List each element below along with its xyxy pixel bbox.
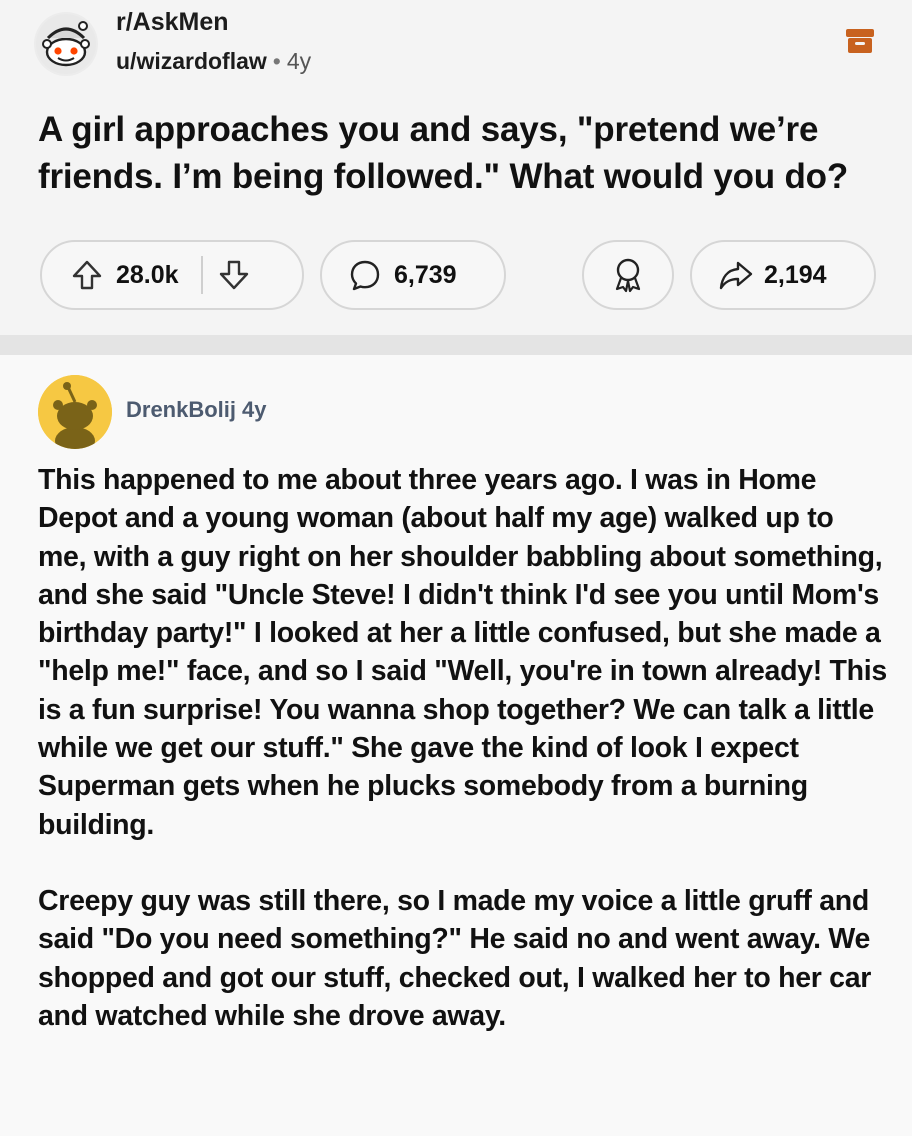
- archive-icon: [844, 27, 876, 55]
- share-button[interactable]: 2,194: [690, 240, 876, 310]
- post-title[interactable]: A girl approaches you and says, "pretend…: [38, 106, 878, 200]
- comment-card: DrenkBolij 4y This happened to me about t…: [0, 355, 912, 1136]
- snoo-avatar-icon[interactable]: [34, 12, 98, 76]
- post-author-line: u/wizardoflaw • 4y: [116, 48, 311, 75]
- post-age: 4y: [286, 48, 312, 74]
- share-count: 2,194: [764, 260, 827, 289]
- share-arrow-icon: [718, 258, 754, 292]
- downvote-arrow-icon[interactable]: [217, 258, 251, 292]
- post-card: r/AskMen u/wizardoflaw • 4y A girl approac…: [0, 0, 912, 335]
- comment-paragraph: This happened to me about three years ag…: [38, 464, 887, 841]
- upvote-count: 28.0k: [116, 260, 179, 289]
- upvote-arrow-icon[interactable]: [70, 258, 104, 292]
- vote-divider: [200, 256, 203, 294]
- subreddit-name[interactable]: r/AskMen: [116, 8, 229, 37]
- award-icon: [611, 257, 645, 293]
- snoo-silhouette-icon[interactable]: [38, 375, 112, 449]
- separator-dot: •: [272, 48, 281, 74]
- vote-bar: 28.0k: [40, 240, 304, 310]
- comment-paragraph: Creepy guy was still there, so I made my…: [38, 884, 872, 1032]
- comment-count: 6,739: [394, 260, 457, 289]
- comment-bubble-icon: [348, 258, 382, 292]
- comment-age: 4y: [242, 397, 267, 422]
- comments-button[interactable]: 6,739: [320, 240, 506, 310]
- post-author[interactable]: u/wizardoflaw: [116, 48, 267, 74]
- comment-author[interactable]: DrenkBolij: [126, 397, 236, 422]
- comment-body: This happened to me about three years ag…: [38, 461, 888, 1073]
- award-button[interactable]: [582, 240, 674, 310]
- section-divider: [0, 335, 912, 355]
- comment-author-line: DrenkBolij 4y: [126, 397, 267, 423]
